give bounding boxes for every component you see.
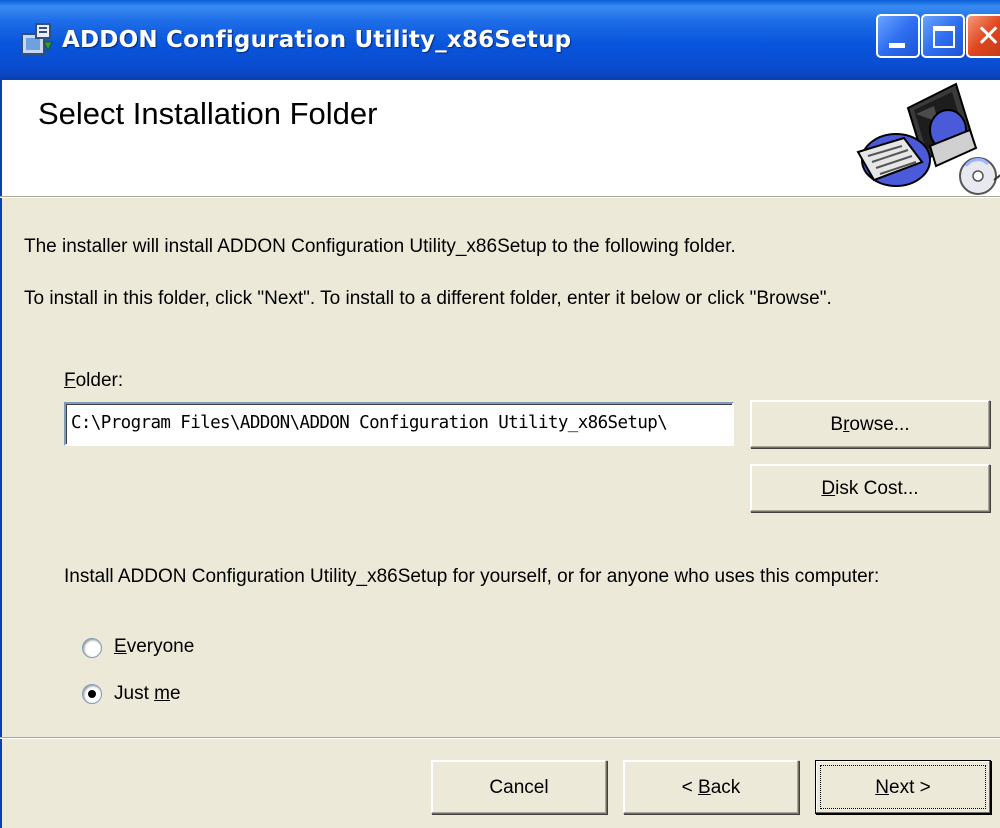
window-left-border [0, 198, 2, 828]
disk-cost-label-post: isk Cost... [835, 478, 919, 499]
page-title: Select Installation Folder [38, 96, 378, 131]
banner-divider-highlight [0, 197, 1000, 198]
disk-cost-label-mnemonic: D [821, 478, 836, 499]
just-me-label-pre: Just [114, 683, 155, 704]
footer-divider-highlight [0, 738, 1000, 739]
folder-path-input[interactable]: C:\Program Files\ADDON\ADDON Configurati… [64, 402, 734, 446]
window-title: ADDON Configuration Utility_x86Setup [62, 27, 572, 53]
disk-cost-button[interactable]: Disk Cost... [750, 464, 990, 512]
install-for-question: Install ADDON Configuration Utility_x86S… [64, 566, 880, 587]
focus-rectangle [820, 765, 986, 809]
close-button[interactable]: ✕ [966, 14, 1000, 58]
header-banner: Select Installation Folder [0, 80, 1000, 198]
back-button[interactable]: < Back [623, 760, 799, 814]
minimize-button[interactable] [876, 14, 920, 58]
maximize-icon [933, 26, 955, 48]
everyone-radio-label[interactable]: Everyone [114, 636, 194, 658]
computer-setup-illustration [856, 82, 1000, 195]
intro-text-line-1: The installer will install ADDON Configu… [24, 236, 736, 257]
cancel-button[interactable]: Cancel [431, 760, 607, 814]
just-me-radio[interactable] [82, 684, 102, 704]
everyone-radio[interactable] [82, 638, 102, 658]
next-button[interactable]: Next > [815, 760, 991, 814]
just-me-radio-label[interactable]: Just me [114, 683, 181, 705]
maximize-button[interactable] [921, 14, 965, 58]
installer-icon [21, 23, 53, 55]
just-me-label-rest: e [169, 683, 181, 704]
browse-label-post: owse... [849, 414, 910, 435]
everyone-label-mnemonic: E [114, 636, 127, 657]
just-me-label-mnemonic: m [154, 683, 170, 704]
folder-label-rest: older: [75, 370, 124, 391]
back-label-pre: < [681, 777, 699, 798]
back-label-post: ack [710, 777, 741, 798]
browse-label-pre: B [830, 414, 844, 435]
browse-button[interactable]: Browse... [750, 400, 990, 448]
intro-text-line-2: To install in this folder, click "Next".… [24, 288, 832, 309]
minimize-icon [889, 43, 905, 48]
title-bar[interactable]: ADDON Configuration Utility_x86Setup ✕ [0, 0, 1000, 80]
everyone-label-rest: veryone [126, 636, 195, 657]
folder-label: Folder: [64, 370, 123, 392]
radio-selected-dot [88, 690, 96, 698]
back-label-mnemonic: B [698, 777, 711, 798]
close-icon: ✕ [976, 19, 1000, 54]
folder-label-mnemonic: F [64, 370, 76, 391]
